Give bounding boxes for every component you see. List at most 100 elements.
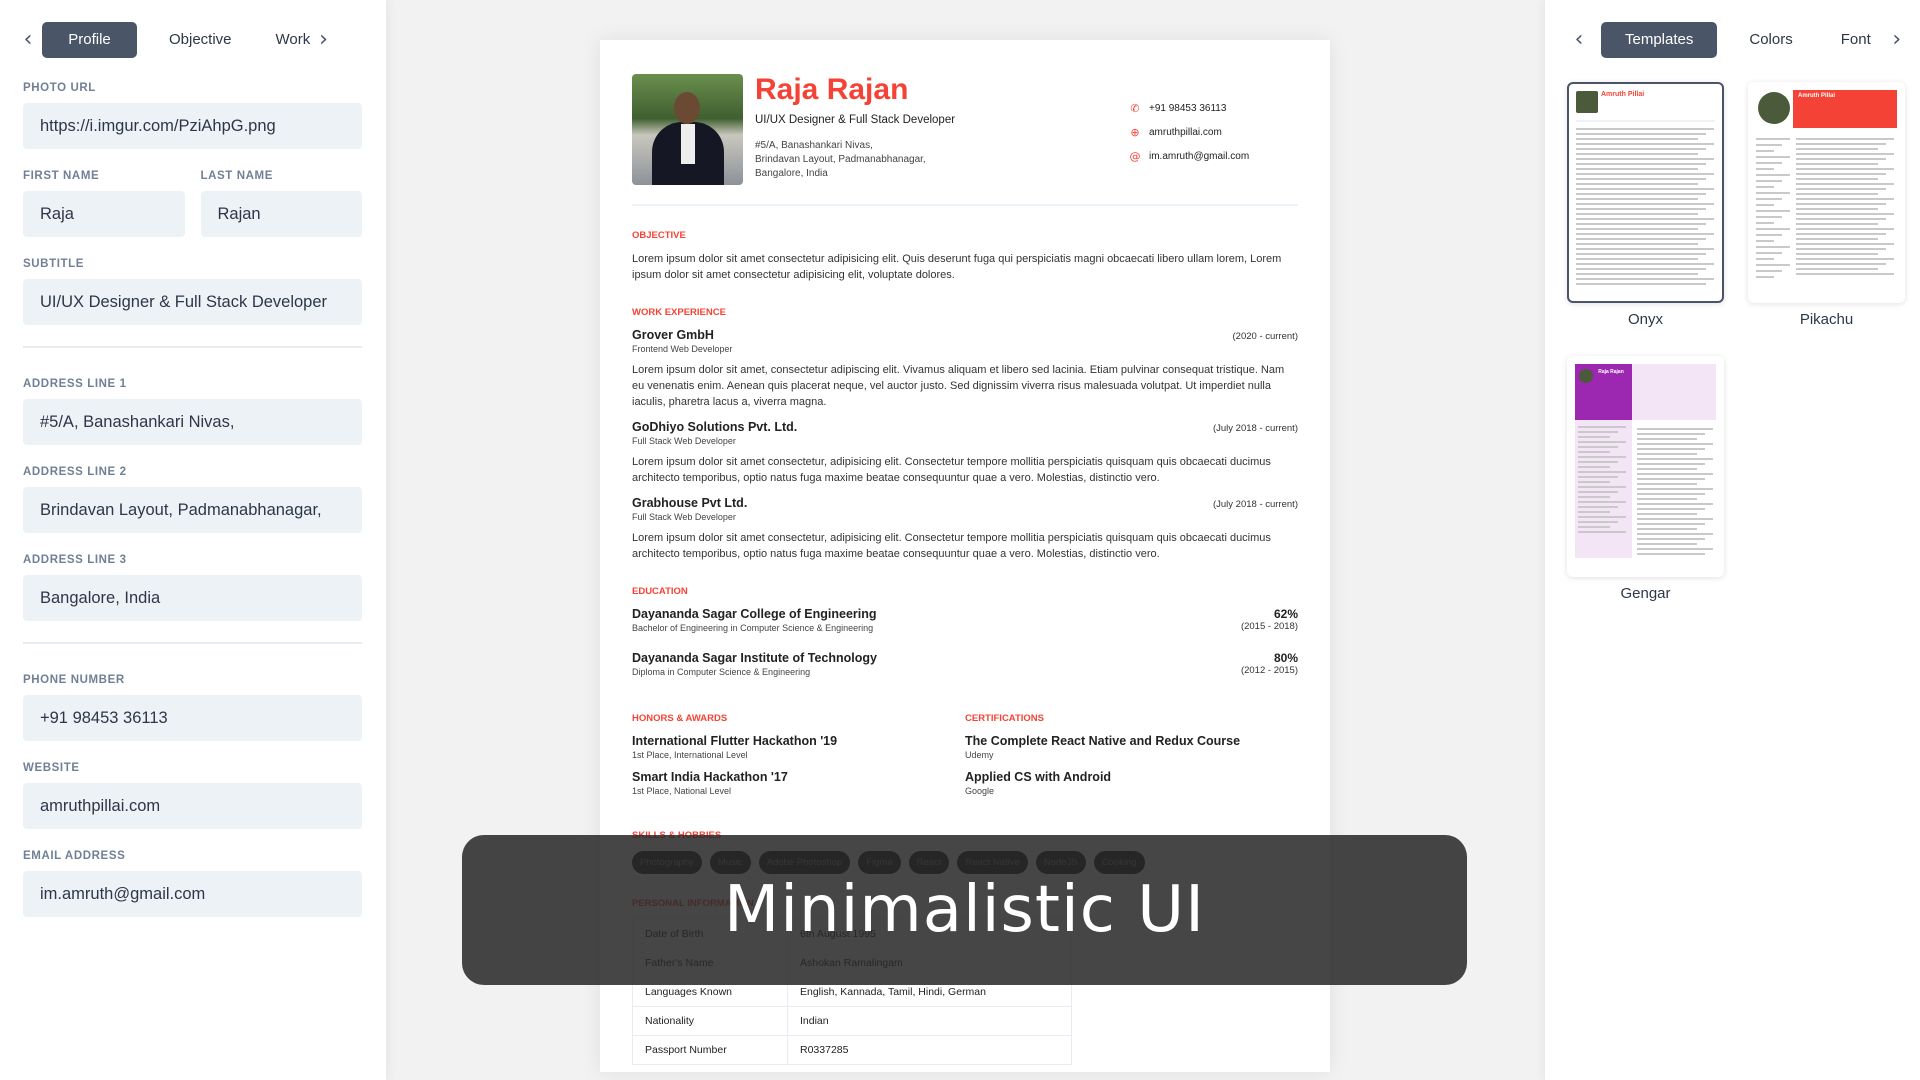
resume-builder-app: ‹ Profile Objective Work Experience › Ph…: [0, 0, 1920, 1080]
honor-title: Smart India Hackathon '17: [632, 770, 788, 784]
website-input[interactable]: [23, 783, 362, 829]
thumbnail-text-line: [1576, 238, 1706, 240]
thumbnail-text-line: [1756, 234, 1782, 236]
thumbnail-text-line: [1796, 233, 1886, 235]
education-entry: Dayananda Sagar Institute of Technology D…: [632, 651, 1298, 685]
thumbnail-text-line: [1576, 273, 1698, 275]
thumbnail-text-line: [1578, 501, 1626, 503]
tabs-prev-chevron-left-icon[interactable]: ‹: [1567, 22, 1591, 58]
settings-sidebar: ‹ Templates Colors Font › Amruth Pillai …: [1545, 0, 1920, 1080]
thumbnail-text-line: [1796, 243, 1894, 245]
thumbnail-text-line: [1637, 538, 1705, 540]
thumbnail-text-line: [1756, 192, 1790, 194]
table-row: Nationality Indian: [632, 1006, 1072, 1036]
thumbnail-text-line: [1637, 513, 1697, 515]
thumbnail-text-line: [1576, 283, 1706, 285]
thumbnail-text-line: [1576, 133, 1706, 135]
thumbnail-text-line: [1576, 158, 1714, 160]
tab-objective[interactable]: Objective: [151, 22, 250, 58]
tabs-next-chevron-right-icon[interactable]: ›: [312, 22, 336, 58]
thumbnail-text-line: [1637, 468, 1697, 470]
personal-value: R0337285: [787, 1035, 1072, 1065]
thumbnail-text-line: [1756, 276, 1774, 278]
work-entry: GoDhiyo Solutions Pvt. Ltd. (July 2018 - …: [632, 420, 1298, 486]
tab-colors[interactable]: Colors: [1731, 22, 1810, 58]
thumbnail-text-line: [1796, 268, 1878, 270]
education-degree: Bachelor of Engineering in Computer Scie…: [632, 623, 874, 633]
work-entry: Grabhouse Pvt Ltd. (July 2018 - current) F…: [632, 496, 1298, 562]
last-name-input[interactable]: [200, 191, 362, 237]
section-title-education: Education: [632, 586, 688, 597]
personal-value: Indian: [787, 1006, 1072, 1036]
thumbnail-text-line: [1576, 153, 1698, 155]
settings-tabs: ‹ Templates Colors Font ›: [1545, 22, 1920, 58]
work-period: (2020 - current): [1232, 331, 1298, 342]
thumbnail-text-line: [1578, 486, 1626, 488]
tab-templates[interactable]: Templates: [1601, 22, 1718, 58]
thumbnail-text-line: [1796, 183, 1894, 185]
at-icon: @: [1129, 149, 1141, 163]
caption-text: Minimalistic UI: [724, 873, 1205, 947]
tab-profile[interactable]: Profile: [42, 22, 137, 58]
thumbnail-text-line: [1756, 174, 1790, 176]
thumbnail-text-line: [1756, 186, 1774, 188]
thumbnail-text-line: [1578, 431, 1618, 433]
thumbnail-text-line: [1637, 473, 1713, 475]
work-period: (July 2018 - current): [1212, 499, 1298, 510]
honor-detail: 1st Place, National Level: [632, 786, 732, 796]
work-description: Lorem ipsum dolor sit amet consectetur, …: [632, 456, 1271, 484]
first-name-label: First Name: [23, 170, 100, 182]
template-card-pikachu[interactable]: Amruth Pillai Pikachu: [1748, 82, 1905, 328]
education-right: 62% (2015 - 2018): [1241, 607, 1298, 641]
first-name-input[interactable]: [23, 191, 185, 237]
certifications-list: The Complete React Native and Redux Cour…: [965, 734, 1298, 796]
certification-detail: Udemy: [965, 750, 994, 760]
tabs-next-chevron-right-icon[interactable]: ›: [1885, 22, 1909, 58]
photo-url-input[interactable]: [23, 103, 362, 149]
thumbnail-text-line: [1756, 216, 1782, 218]
address-line-2-input[interactable]: [23, 487, 362, 533]
resume-header: Raja Rajan UI/UX Designer & Full Stack D…: [632, 74, 1298, 186]
work-entry-header: Grabhouse Pvt Ltd. (July 2018 - current): [632, 496, 1298, 510]
tabs-prev-chevron-left-icon[interactable]: ‹: [16, 22, 40, 58]
thumbnail-text-line: [1637, 523, 1705, 525]
phone-input[interactable]: [23, 695, 362, 741]
thumbnail-text-line: [1796, 198, 1894, 200]
thumbnail-text-line: [1576, 263, 1714, 265]
thumbnail-text-line: [1756, 168, 1774, 170]
thumbnail-text-line: [1578, 426, 1626, 428]
email-label: Email Address: [23, 850, 126, 862]
address-line-1-label: Address Line 1: [23, 378, 127, 390]
template-card-onyx[interactable]: Amruth Pillai Onyx: [1567, 82, 1724, 328]
thumbnail-text-line: [1637, 433, 1705, 435]
subtitle-input[interactable]: [23, 279, 362, 325]
tab-work-experience[interactable]: Work Experience: [264, 22, 312, 58]
address-line-1-input[interactable]: [23, 399, 362, 445]
certification-entry: Applied CS with Android Google: [965, 770, 1298, 796]
address-line-3-input[interactable]: [23, 575, 362, 621]
thumbnail-text-line: [1637, 503, 1713, 505]
contact-phone: +91 98453 36113: [1149, 102, 1227, 114]
work-list: Grover GmbH (2020 - current) Frontend Web …: [632, 328, 1298, 562]
thumbnail-text-line: [1796, 228, 1894, 230]
thumbnail-text-line: [1796, 208, 1878, 210]
thumbnail-text-line: [1578, 516, 1626, 518]
email-input[interactable]: [23, 871, 362, 917]
thumbnail-text-line: [1576, 183, 1698, 185]
thumbnail-text-line: [1576, 178, 1706, 180]
objective-text: Lorem ipsum dolor sit amet consectetur a…: [632, 253, 1282, 281]
education-period: (2015 - 2018): [1240, 621, 1298, 632]
thumbnail-text-line: [1796, 213, 1894, 215]
thumbnail-text-line: [1637, 518, 1713, 520]
tab-fonts[interactable]: Font: [1841, 22, 1885, 58]
thumbnail-text-line: [1756, 156, 1790, 158]
work-entry-header: GoDhiyo Solutions Pvt. Ltd. (July 2018 - …: [632, 420, 1298, 434]
template-card-gengar[interactable]: Raja Rajan Gengar: [1567, 356, 1724, 602]
thumbnail-text-line: [1796, 158, 1886, 160]
thumbnail-text-line: [1756, 138, 1790, 140]
thumbnail-text-line: [1576, 258, 1698, 260]
work-company: GoDhiyo Solutions Pvt. Ltd.: [632, 420, 798, 434]
thumbnail-text-line: [1796, 178, 1878, 180]
profile-photo: [632, 74, 743, 185]
thumbnail-text-line: [1756, 198, 1782, 200]
